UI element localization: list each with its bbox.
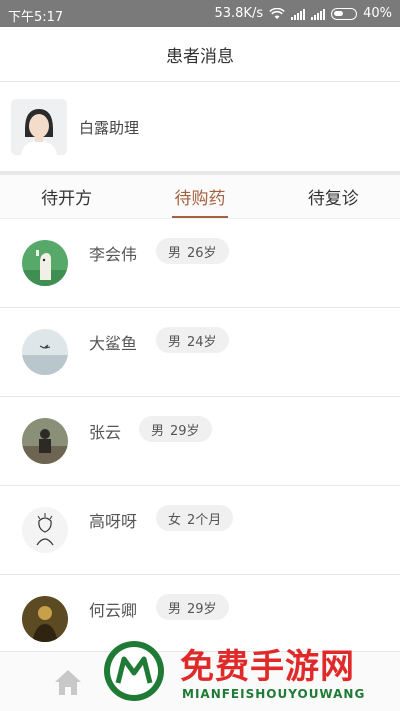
patient-row[interactable]: 李会伟 男 26岁 [0, 219, 400, 308]
assistant-avatar [11, 99, 67, 155]
home-icon[interactable] [53, 668, 83, 696]
patient-row[interactable]: 张云 男 29岁 [0, 397, 400, 486]
patient-name: 大鲨鱼 [89, 334, 138, 353]
patient-info-badge: 女 2个月 [156, 505, 234, 531]
net-speed: 53.8K/s [214, 6, 264, 21]
patient-gender: 男 [168, 334, 182, 350]
tab-pending-revisit[interactable]: 待复诊 [267, 175, 400, 218]
patient-name: 张云 [89, 423, 122, 442]
patient-avatar [22, 418, 68, 464]
patient-name: 高呀呀 [89, 512, 138, 531]
status-time: 下午5:17 [8, 10, 64, 25]
patient-gender: 男 [168, 245, 182, 261]
patient-avatar [22, 596, 68, 642]
patient-age: 26岁 [187, 245, 217, 261]
signal-icon-2 [311, 8, 326, 20]
patient-info-badge: 男 24岁 [156, 327, 229, 353]
patient-row[interactable]: 高呀呀 女 2个月 [0, 486, 400, 575]
status-right: 53.8K/s 40% [214, 6, 392, 21]
patient-info-badge: 男 29岁 [156, 594, 229, 620]
tab-pending-purchase[interactable]: 待购药 [133, 175, 266, 218]
patient-avatar [22, 329, 68, 375]
patient-gender: 男 [168, 601, 182, 617]
assistant-row[interactable]: 白露助理 [0, 83, 400, 171]
patient-avatar [22, 507, 68, 553]
watermark: 免费手游网 MIANFEISHOUYOUWANG [100, 635, 400, 711]
status-bar: 下午5:17 53.8K/s 40% [0, 0, 400, 27]
patient-row[interactable]: 大鲨鱼 男 24岁 [0, 308, 400, 397]
patient-age: 29岁 [170, 423, 200, 439]
patient-avatar [22, 240, 68, 286]
patient-name: 何云卿 [89, 601, 138, 620]
watermark-title: 免费手游网 [180, 647, 355, 687]
battery-level: 40% [363, 6, 392, 21]
signal-icon [291, 8, 306, 20]
patient-info-badge: 男 26岁 [156, 238, 229, 264]
patient-age: 2个月 [187, 512, 222, 528]
patient-info-badge: 男 29岁 [139, 416, 212, 442]
assistant-name: 白露助理 [79, 118, 140, 137]
patient-gender: 女 [168, 512, 182, 528]
patient-age: 29岁 [187, 601, 217, 617]
patient-name: 李会伟 [89, 245, 138, 264]
wifi-icon [269, 7, 285, 19]
patient-gender: 男 [151, 423, 165, 439]
tab-pending-prescription[interactable]: 待开方 [0, 175, 133, 218]
page-title: 患者消息 [0, 27, 400, 82]
watermark-subtitle: MIANFEISHOUYOUWANG [182, 687, 366, 701]
watermark-logo-icon [104, 641, 164, 701]
patient-list: 李会伟 男 26岁 大鲨鱼 男 24岁 张云 男 29岁 高呀呀 女 2个月 何… [0, 219, 400, 664]
battery-icon [331, 7, 358, 20]
tab-bar: 待开方 待购药 待复诊 [0, 175, 400, 219]
patient-age: 24岁 [187, 334, 217, 350]
